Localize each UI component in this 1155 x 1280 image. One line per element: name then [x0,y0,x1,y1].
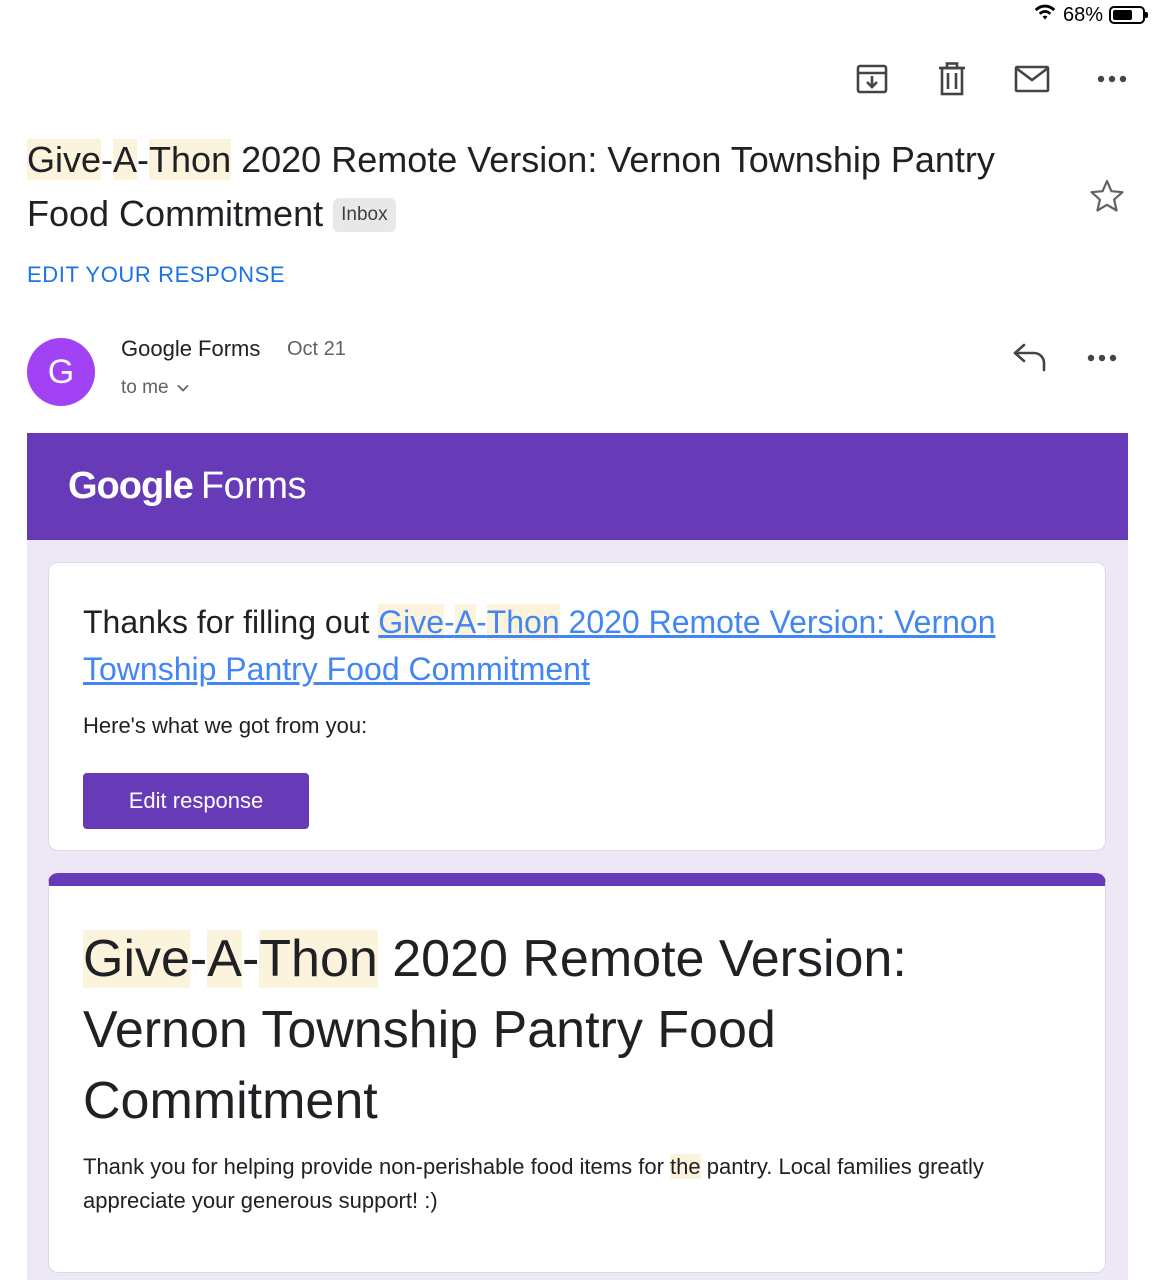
email-body: Google Forms Thanks for filling out Give-… [27,433,1128,1280]
more-horizontal-icon [1087,354,1117,362]
chevron-down-icon [176,384,189,392]
star-icon [1090,179,1124,212]
battery-icon [1109,6,1148,24]
trash-icon [939,62,965,96]
mark-unread-button[interactable] [1011,58,1053,100]
delete-button[interactable] [931,58,973,100]
status-bar: 68% [1033,0,1148,30]
recipient-details-toggle[interactable]: to me [121,377,189,399]
google-forms-logo: Google Forms [68,465,307,507]
form-description: Thank you for helping provide non-perish… [83,1154,984,1213]
reply-icon [1013,343,1046,372]
sender-avatar[interactable]: G [27,338,95,406]
confirmation-card: Thanks for filling out Give-A-Thon 2020 … [48,562,1106,851]
archive-button[interactable] [851,58,893,100]
sent-date: Oct 21 [287,338,346,360]
message-more-button[interactable] [1087,338,1117,383]
edit-response-button[interactable]: Edit response [83,773,309,829]
form-summary-card: Give-A-Thon 2020 Remote Version: Vernon … [48,873,1106,1273]
more-options-button[interactable] [1091,58,1133,100]
recipient-label: to me [121,377,169,398]
more-horizontal-icon [1097,75,1127,83]
google-forms-header: Google Forms [27,433,1128,540]
message-toolbar [851,58,1133,100]
response-intro-text: Here's what we got from you: [83,713,368,738]
star-button[interactable] [1089,178,1125,219]
edit-your-response-link[interactable]: EDIT YOUR RESPONSE [27,262,285,288]
inbox-label-badge[interactable]: Inbox [333,198,396,232]
thanks-message: Thanks for filling out Give-A-Thon 2020 … [83,604,996,687]
reply-button[interactable] [1012,340,1048,377]
sender-name[interactable]: Google Forms [121,336,260,362]
form-title: Give-A-Thon 2020 Remote Version: Vernon … [83,930,907,1130]
archive-icon [856,64,888,94]
wifi-icon [1033,3,1057,27]
mail-icon [1014,65,1050,93]
email-subject: Give-A-Thon 2020 Remote Version: Vernon … [27,139,995,234]
battery-percent: 68% [1062,3,1103,26]
